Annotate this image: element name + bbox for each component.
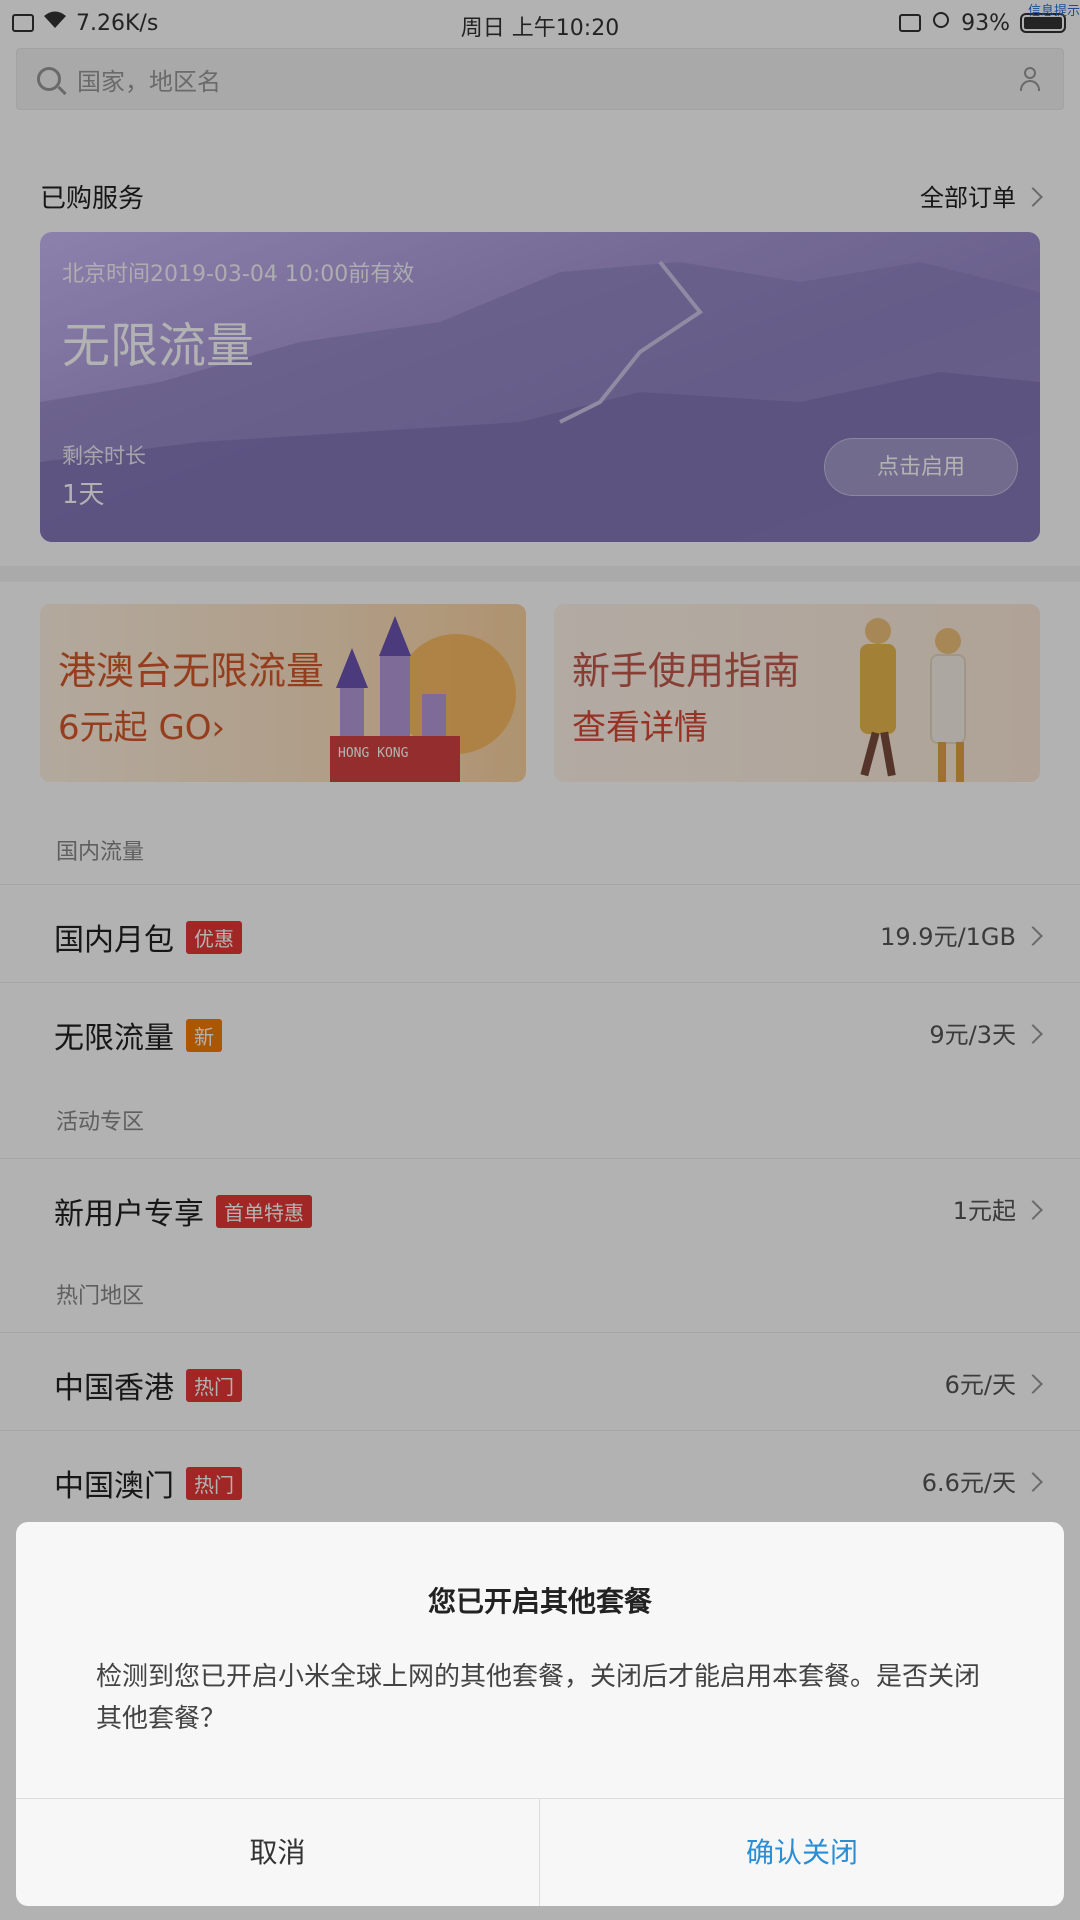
confirm-dialog: 您已开启其他套餐 检测到您已开启小米全球上网的其他套餐，关闭后才能启用本套餐。是… (16, 1522, 1064, 1906)
confirm-close-button[interactable]: 确认关闭 (540, 1799, 1064, 1906)
dialog-actions: 取消 确认关闭 (16, 1798, 1064, 1906)
dialog-message: 检测到您已开启小米全球上网的其他套餐，关闭后才能启用本套餐。是否关闭其他套餐？ (96, 1662, 981, 1734)
cancel-button[interactable]: 取消 (16, 1799, 540, 1906)
dialog-title: 您已开启其他套餐 (427, 1585, 652, 1618)
